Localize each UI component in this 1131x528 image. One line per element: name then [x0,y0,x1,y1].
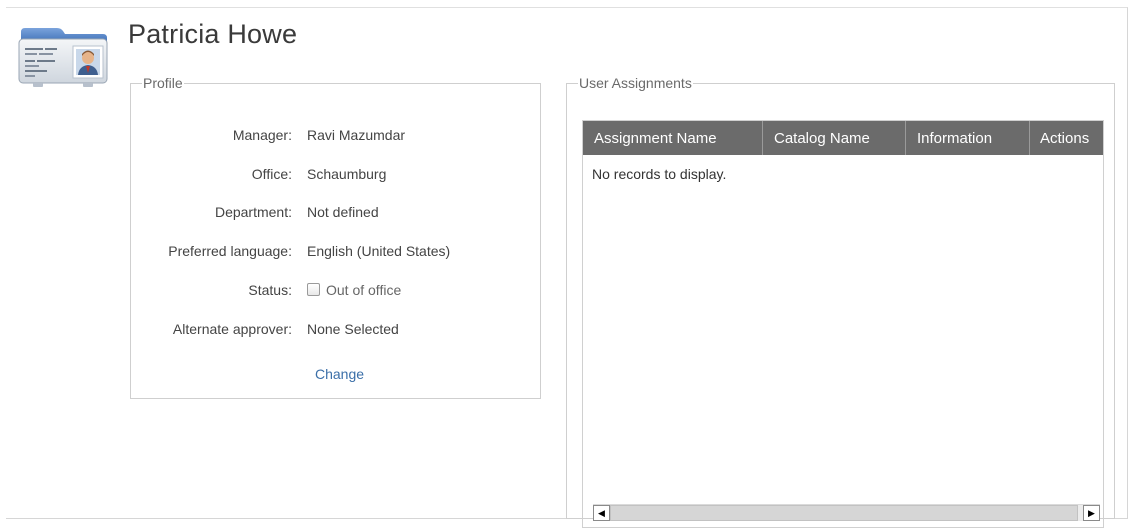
out-of-office-checkbox[interactable] [307,283,320,296]
department-label: Department: [214,204,292,220]
out-of-office-toggle[interactable]: Out of office [307,282,401,298]
department-value: Not defined [307,204,379,220]
language-label: Preferred language: [168,243,292,259]
user-assignments-legend: User Assignments [579,75,692,91]
grid-header: Assignment Name Catalog Name Information… [583,121,1103,155]
profile-panel: Profile Manager: Ravi Mazumdar Office: S… [130,75,541,399]
alternate-approver-value: None Selected [307,321,399,337]
column-header-actions[interactable]: Actions [1030,121,1103,155]
status-label: Status: [248,282,292,298]
horizontal-scrollbar[interactable]: ◀ ▶ [593,504,1100,521]
language-value: English (United States) [307,243,451,259]
office-row: Office: Schaumburg [131,166,540,186]
assignments-grid: Assignment Name Catalog Name Information… [582,120,1104,528]
change-link[interactable]: Change [315,366,364,382]
id-card-icon [17,27,109,89]
empty-message: No records to display. [592,166,727,182]
office-value: Schaumburg [307,166,387,182]
alternate-approver-row: Alternate approver: None Selected [131,321,540,341]
scrollbar-thumb[interactable] [610,505,1078,521]
page-title: Patricia Howe [128,19,298,49]
language-row: Preferred language: English (United Stat… [131,243,540,263]
profile-legend: Profile [143,75,183,91]
status-row: Status: Out of office [131,282,540,302]
column-header-information[interactable]: Information [906,121,1030,155]
alternate-approver-label: Alternate approver: [172,321,292,337]
manager-value: Ravi Mazumdar [307,127,406,143]
arrow-left-icon[interactable]: ◀ [593,505,610,521]
office-label: Office: [251,166,292,182]
manager-label: Manager: [232,127,292,143]
department-row: Department: Not defined [131,204,540,224]
arrow-right-icon[interactable]: ▶ [1083,505,1100,521]
out-of-office-label: Out of office [326,282,402,298]
user-assignments-panel: User Assignments Assignment Name Catalog… [566,75,1115,528]
column-header-assignment-name[interactable]: Assignment Name [583,121,763,155]
column-header-catalog-name[interactable]: Catalog Name [763,121,906,155]
manager-row: Manager: Ravi Mazumdar [131,127,540,147]
